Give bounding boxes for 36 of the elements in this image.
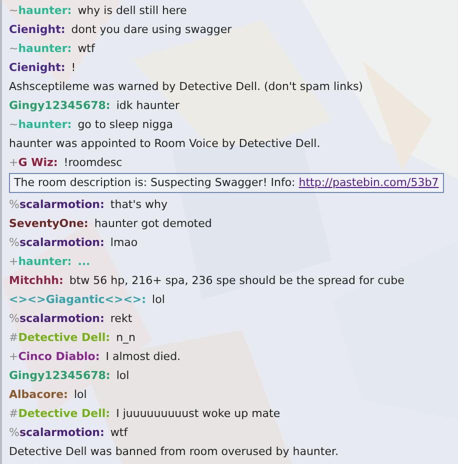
- system-notice: haunter was appointed to Room Voice by Detective Dell.: [9, 137, 320, 150]
- message-text: btw 56 hp, 216+ spa, 236 spe should be the spread for cube: [69, 274, 404, 287]
- message-text: !roomdesc: [64, 156, 122, 169]
- message-text: I juuuuuuuuust woke up mate: [116, 407, 280, 420]
- message-text: lmao: [110, 236, 138, 249]
- username[interactable]: %scalarmotion:: [9, 426, 104, 439]
- username[interactable]: Mitchhh:: [9, 274, 64, 287]
- username[interactable]: %scalarmotion:: [9, 312, 104, 325]
- message-text: rekt: [110, 312, 132, 325]
- username[interactable]: Cienight:: [9, 23, 66, 36]
- username[interactable]: SeventyOne:: [9, 217, 88, 230]
- message-text: haunter got demoted: [94, 217, 212, 230]
- message-text: that's why: [110, 198, 168, 211]
- system-notice: Detective Dell was banned from room overused by haunter.: [9, 445, 338, 458]
- message-text: wtf: [78, 42, 95, 55]
- message-text: lol: [152, 293, 165, 306]
- message-text: idk haunter: [116, 99, 180, 112]
- message-text: n_n: [116, 331, 136, 344]
- username[interactable]: +Cinco Diablo:: [9, 350, 100, 363]
- username[interactable]: %scalarmotion:: [9, 198, 104, 211]
- link[interactable]: http://pastebin.com/53b7: [298, 176, 439, 189]
- system-notice: Ashsceptileme was warned by Detective Dell. (don't spam links): [9, 80, 363, 93]
- message-text: wtf: [110, 426, 128, 439]
- username[interactable]: Cienight:: [9, 61, 66, 74]
- message-text: !: [71, 61, 76, 74]
- username[interactable]: +G Wiz:: [9, 156, 58, 169]
- room-description: The room description is: Suspecting Swagger! Info: http://pastebin.com/53b7: [9, 173, 444, 193]
- message-text: go to sleep nigga: [78, 118, 173, 131]
- message-text: lol: [116, 369, 130, 382]
- message-text: why is dell still here: [78, 4, 187, 17]
- message-text: I almost died.: [106, 350, 181, 363]
- message-text: dont you dare using swagger: [71, 23, 232, 36]
- message-text: lol: [74, 388, 87, 401]
- message-text: ...: [78, 255, 90, 268]
- username[interactable]: %scalarmotion:: [9, 236, 104, 249]
- username[interactable]: Albacore:: [9, 388, 68, 401]
